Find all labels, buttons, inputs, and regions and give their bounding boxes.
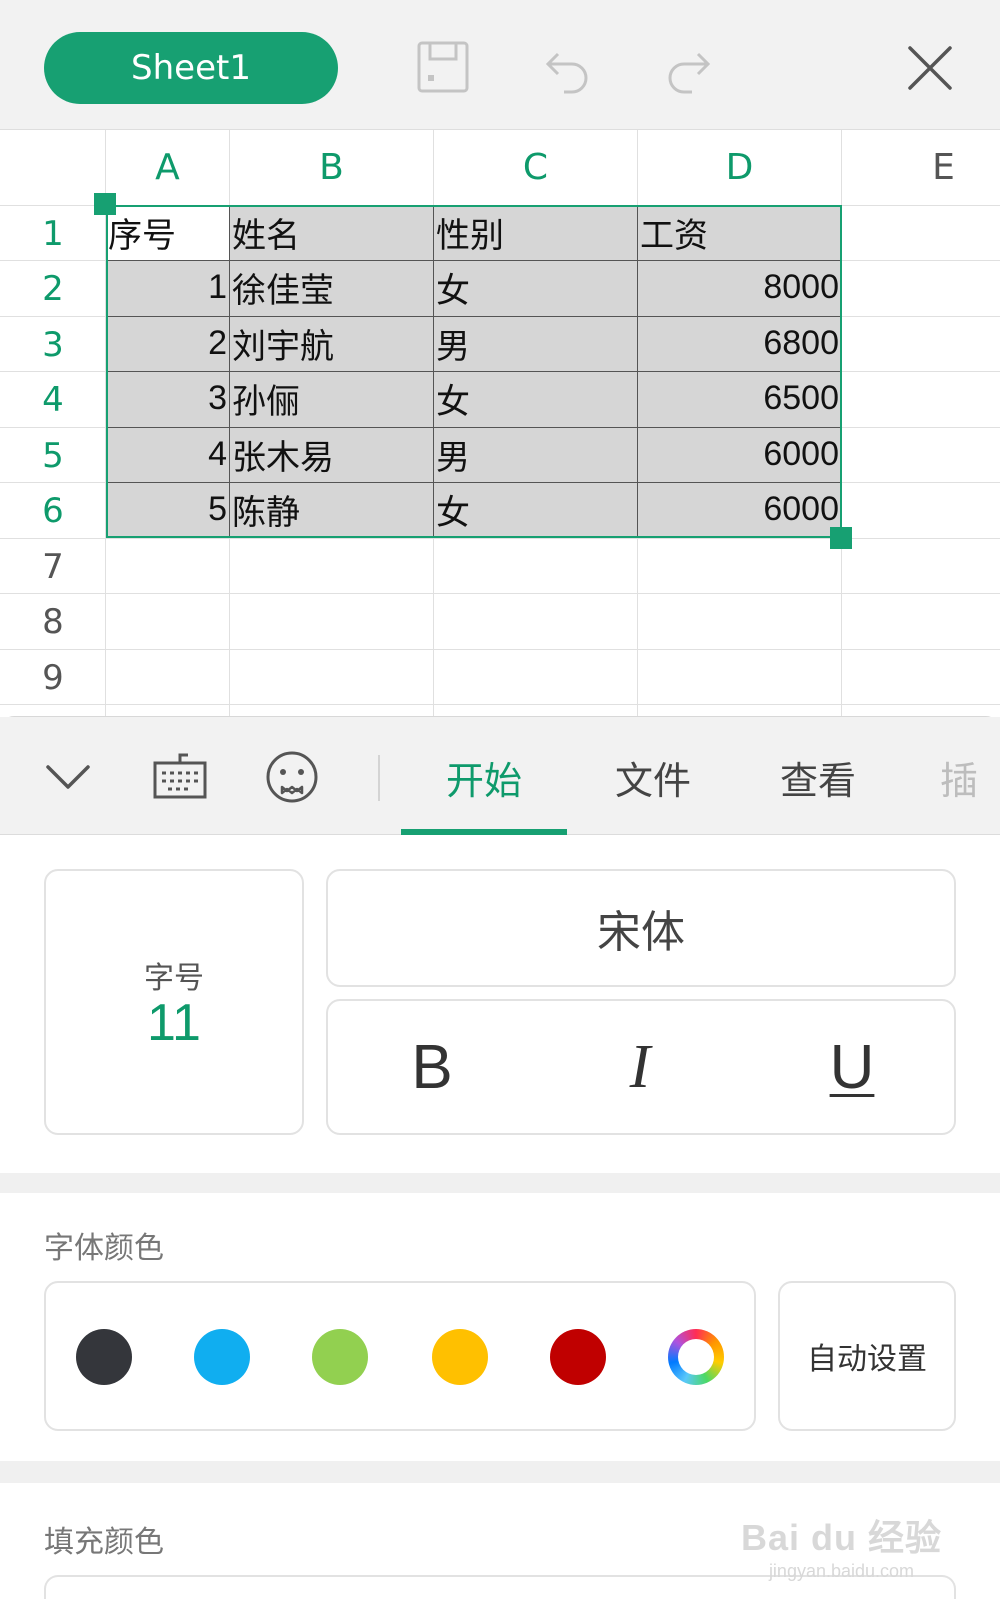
italic-button[interactable]: I — [600, 1027, 680, 1107]
row-header-3[interactable]: 3 — [0, 317, 106, 372]
selection-handle-bottom-right[interactable] — [830, 527, 852, 549]
color-wheel-icon[interactable] — [668, 1329, 724, 1385]
cell-a5[interactable]: 4 — [106, 427, 229, 482]
cell-c2[interactable]: 女 — [434, 260, 637, 315]
row-header-7[interactable]: 7 — [0, 539, 106, 594]
color-swatch-red[interactable] — [550, 1329, 606, 1385]
column-header-e[interactable]: E — [842, 130, 1000, 205]
font-size-value: 11 — [147, 994, 201, 1052]
undo-icon[interactable] — [536, 38, 596, 98]
cell-b1[interactable]: 姓名 — [230, 205, 433, 260]
column-header-c[interactable]: C — [434, 130, 637, 205]
cell-b6[interactable]: 陈静 — [230, 482, 433, 537]
cell-c6[interactable]: 女 — [434, 482, 637, 537]
top-bar: Sheet1 — [0, 0, 1000, 130]
column-header-a[interactable]: A — [106, 130, 229, 205]
row-header-5[interactable]: 5 — [0, 428, 106, 483]
column-header-b[interactable]: B — [230, 130, 433, 205]
row-header-1[interactable]: 1 — [0, 206, 106, 261]
underline-button[interactable]: U — [812, 1027, 892, 1107]
font-name-button[interactable]: 宋体 — [326, 869, 956, 987]
cell-d6[interactable]: 6000 — [638, 482, 841, 537]
panel-content: 字号 11 宋体 B I U 字体颜色 自动设置 填充颜色 Bai du 经验 … — [0, 835, 1000, 1599]
watermark-url: jingyan.baidu.com — [768, 1561, 915, 1581]
watermark: Bai du 经验 jingyan.baidu.com — [741, 1509, 942, 1582]
tab-file[interactable]: 文件 — [570, 747, 736, 807]
close-icon[interactable] — [900, 38, 960, 98]
emoji-icon[interactable] — [262, 747, 322, 807]
font-color-title: 字体颜色 — [44, 1231, 164, 1266]
cell-d2[interactable]: 8000 — [638, 260, 841, 315]
color-swatch-dark[interactable] — [76, 1329, 132, 1385]
row-header-4[interactable]: 4 — [0, 372, 106, 427]
toolbar-divider — [378, 755, 380, 801]
tab-view[interactable]: 查看 — [735, 747, 901, 807]
chevron-down-icon[interactable] — [38, 747, 98, 807]
cell-b2[interactable]: 徐佳莹 — [230, 260, 433, 315]
column-header-d[interactable]: D — [638, 130, 841, 205]
row-header-6[interactable]: 6 — [0, 483, 106, 538]
cell-c3[interactable]: 男 — [434, 316, 637, 371]
tab-start[interactable]: 开始 — [401, 747, 567, 807]
fill-color-title: 填充颜色 — [44, 1525, 164, 1560]
cell-c5[interactable]: 男 — [434, 427, 637, 482]
color-swatch-blue[interactable] — [194, 1329, 250, 1385]
cell-c1[interactable]: 性别 — [434, 205, 637, 260]
redo-icon[interactable] — [660, 38, 720, 98]
cell-a4[interactable]: 3 — [106, 371, 229, 426]
cell-d3[interactable]: 6800 — [638, 316, 841, 371]
cell-a6[interactable]: 5 — [106, 482, 229, 537]
row-header-2[interactable]: 2 — [0, 261, 106, 316]
selection-handle-top-left[interactable] — [94, 193, 116, 215]
font-style-card: B I U — [326, 999, 956, 1135]
cell-b3[interactable]: 刘宇航 — [230, 316, 433, 371]
font-size-label: 字号 — [144, 961, 204, 996]
cell-b4[interactable]: 孙俪 — [230, 371, 433, 426]
panel-toolbar: 开始 文件 查看 插 — [0, 717, 1000, 835]
cell-c4[interactable]: 女 — [434, 371, 637, 426]
cell-d4[interactable]: 6500 — [638, 371, 841, 426]
save-icon[interactable] — [414, 38, 474, 98]
bottom-panel: 开始 文件 查看 插 字号 11 宋体 B I U 字体颜色 自动设置 填充颜色… — [0, 716, 1000, 1599]
auto-color-button[interactable]: 自动设置 — [778, 1281, 956, 1431]
cell-d1[interactable]: 工资 — [638, 205, 841, 260]
cell-a3[interactable]: 2 — [106, 316, 229, 371]
tab-insert[interactable]: 插 — [940, 747, 1000, 807]
font-color-palette — [44, 1281, 756, 1431]
row-header-8[interactable]: 8 — [0, 594, 106, 649]
color-swatch-green[interactable] — [312, 1329, 368, 1385]
keyboard-icon[interactable] — [150, 747, 210, 807]
row-header-9[interactable]: 9 — [0, 650, 106, 705]
cell-d5[interactable]: 6000 — [638, 427, 841, 482]
color-swatch-yellow[interactable] — [432, 1329, 488, 1385]
sheet-tab[interactable]: Sheet1 — [44, 32, 338, 104]
spreadsheet-grid[interactable]: A B C D E 1 2 3 4 5 6 7 8 9 序号 姓名 性别 工资 … — [0, 130, 1000, 718]
cell-a2[interactable]: 1 — [106, 260, 229, 315]
cell-b5[interactable]: 张木易 — [230, 427, 433, 482]
watermark-logo: Bai du 经验 — [740, 1517, 942, 1558]
font-size-card[interactable]: 字号 11 — [44, 869, 304, 1135]
bold-button[interactable]: B — [392, 1027, 472, 1107]
cell-a1[interactable]: 序号 — [106, 205, 229, 260]
